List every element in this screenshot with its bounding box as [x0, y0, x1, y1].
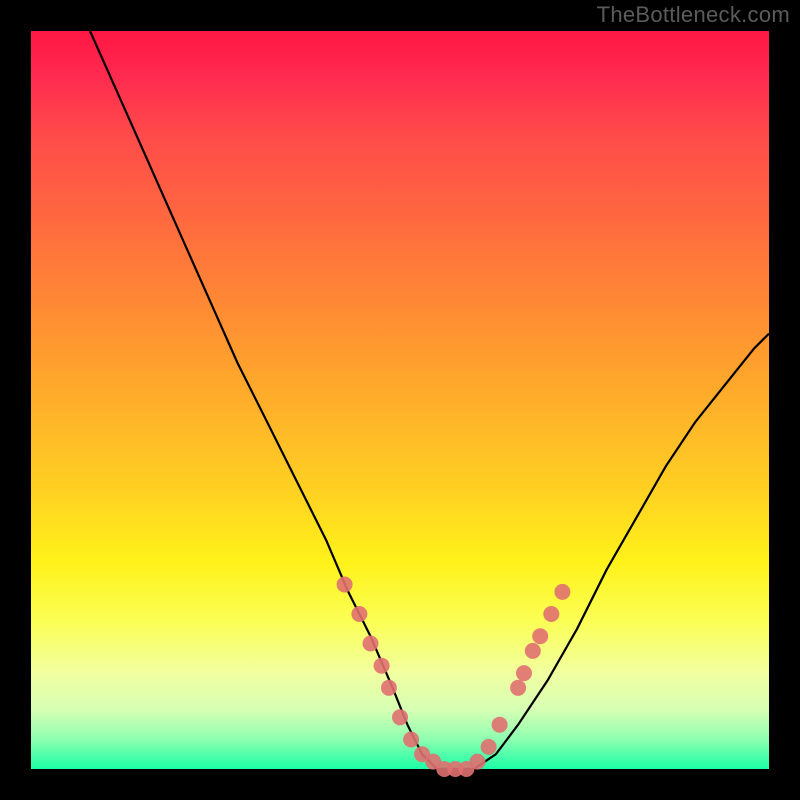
- bottleneck-curve-path: [90, 31, 769, 769]
- curve-marker: [363, 636, 379, 652]
- curve-marker: [554, 584, 570, 600]
- curve-marker: [543, 606, 559, 622]
- curve-marker: [532, 628, 548, 644]
- chart-plot-area: [31, 31, 769, 769]
- chart-svg: [31, 31, 769, 769]
- curve-marker: [392, 709, 408, 725]
- curve-marker: [510, 680, 526, 696]
- curve-marker: [351, 606, 367, 622]
- curve-marker: [374, 658, 390, 674]
- curve-marker: [492, 717, 508, 733]
- marker-group: [337, 577, 571, 778]
- curve-marker: [403, 732, 419, 748]
- curve-marker: [516, 665, 532, 681]
- curve-marker: [481, 739, 497, 755]
- curve-marker: [337, 577, 353, 593]
- curve-marker: [470, 754, 486, 770]
- curve-marker: [381, 680, 397, 696]
- watermark-text: TheBottleneck.com: [597, 2, 790, 28]
- chart-frame: TheBottleneck.com: [0, 0, 800, 800]
- curve-marker: [525, 643, 541, 659]
